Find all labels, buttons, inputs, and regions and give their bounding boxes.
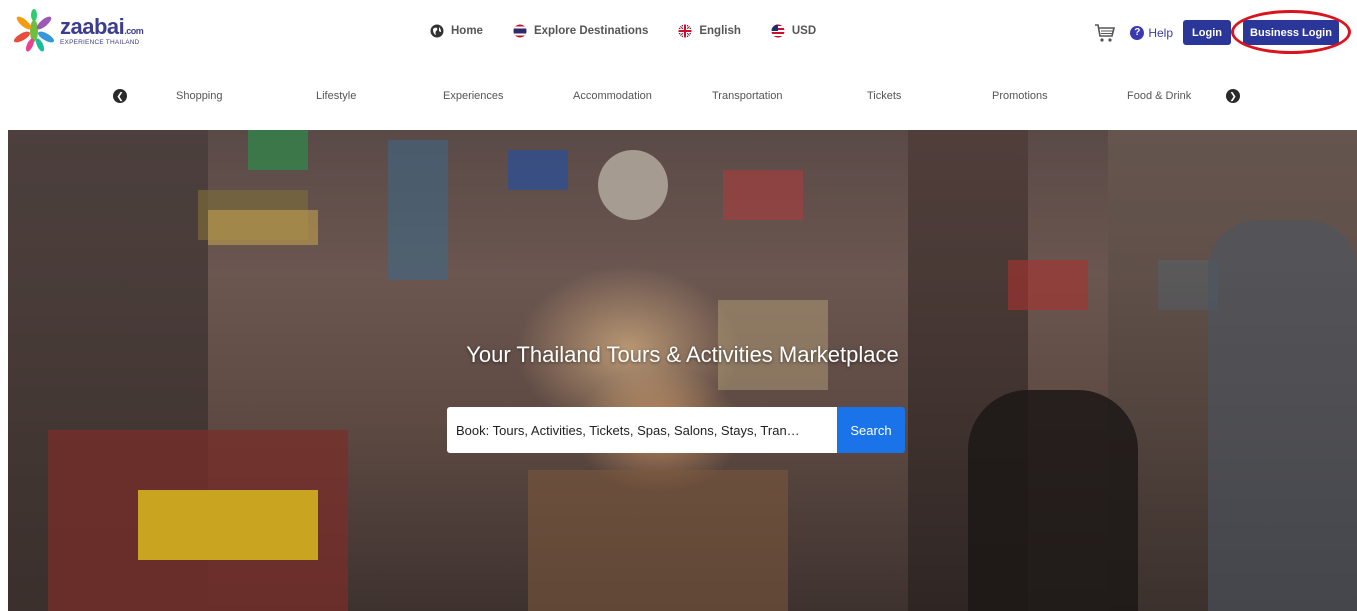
nav-language-label: English [699, 25, 741, 37]
chevron-right-icon[interactable]: ❯ [1226, 89, 1240, 103]
top-header: zaabai.com EXPERIENCE THAILAND Home Expl [0, 0, 1357, 70]
login-button[interactable]: Login [1183, 20, 1231, 45]
thailand-flag-icon [513, 24, 527, 38]
top-navigation: Home Explore Destinations English USD [430, 24, 816, 38]
zaabai-logo[interactable]: zaabai.com EXPERIENCE THAILAND [10, 6, 170, 56]
search-box [447, 407, 837, 453]
hero-banner: Your Thailand Tours & Activities Marketp… [8, 130, 1357, 611]
category-food-drink[interactable]: Food & Drink [1127, 90, 1191, 102]
nav-currency-label: USD [791, 25, 817, 37]
category-tickets[interactable]: Tickets [867, 90, 901, 102]
category-promotions[interactable]: Promotions [992, 90, 1048, 102]
account-navigation: ? Help Login Business Login [1094, 10, 1351, 54]
nav-currency[interactable]: USD [771, 24, 816, 38]
hero-title: Your Thailand Tours & Activities Marketp… [466, 342, 899, 367]
category-lifestyle[interactable]: Lifestyle [316, 90, 356, 102]
nav-home-label: Home [451, 25, 483, 37]
brand-name: zaabai.com [60, 13, 144, 39]
us-flag-icon [771, 24, 785, 38]
nav-explore-destinations[interactable]: Explore Destinations [513, 24, 648, 38]
business-login-button[interactable]: Business Login [1243, 20, 1339, 45]
help-link[interactable]: ? Help [1130, 25, 1173, 40]
help-icon: ? [1130, 25, 1145, 40]
help-label: Help [1148, 25, 1173, 40]
search-input[interactable] [456, 422, 831, 438]
cart-icon[interactable] [1094, 23, 1116, 43]
category-transportation[interactable]: Transportation [712, 90, 783, 102]
category-experiences[interactable]: Experiences [443, 90, 504, 102]
nav-language[interactable]: English [678, 24, 741, 38]
search-button[interactable]: Search [837, 407, 905, 453]
category-accommodation[interactable]: Accommodation [573, 90, 652, 102]
business-login-wrapper: Business Login [1231, 10, 1351, 54]
nav-home[interactable]: Home [430, 24, 483, 38]
category-shopping[interactable]: Shopping [176, 90, 223, 102]
pinwheel-logo-icon [14, 9, 54, 52]
nav-explore-label: Explore Destinations [533, 25, 649, 37]
chevron-left-icon[interactable]: ❮ [113, 89, 127, 103]
brand-tagline: EXPERIENCE THAILAND [60, 38, 140, 46]
category-navigation: ❮ Shopping Lifestyle Experiences Accommo… [0, 82, 1357, 112]
uk-flag-icon [678, 24, 692, 38]
globe-icon [430, 24, 444, 38]
hero-background-image [8, 130, 1357, 611]
